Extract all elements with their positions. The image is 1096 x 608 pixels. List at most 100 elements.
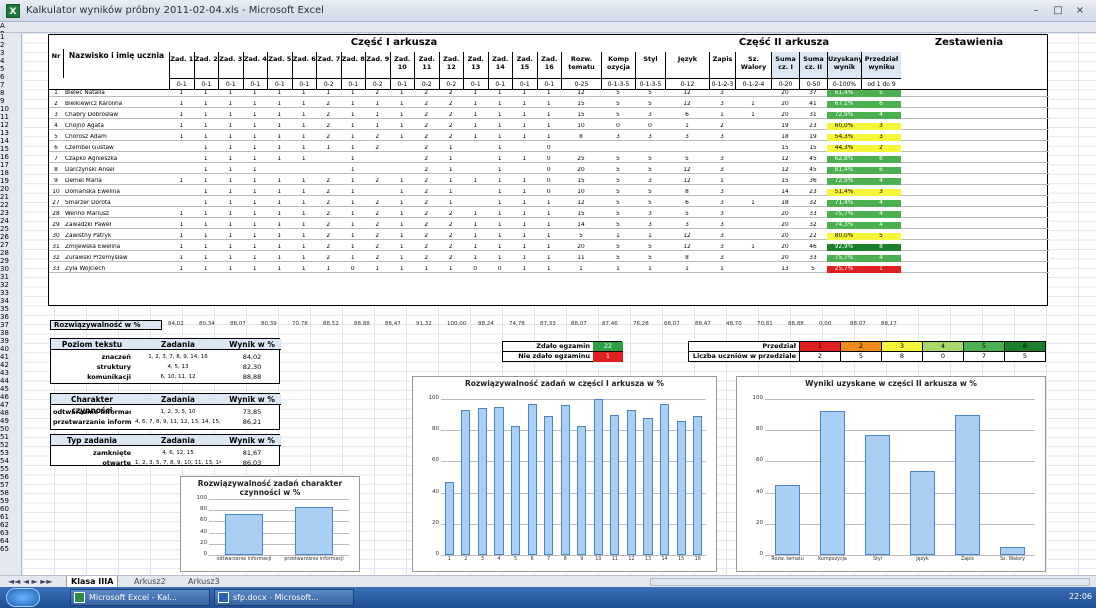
- x-tick-label: 6: [530, 557, 534, 562]
- x-tick-label: odtwarzanie informacji: [216, 557, 272, 562]
- row-header-32[interactable]: 32: [0, 281, 21, 289]
- row-header-43[interactable]: 43: [0, 369, 21, 377]
- y-tick-label: 80: [200, 506, 207, 513]
- row-header-4[interactable]: 4: [0, 57, 21, 65]
- row-header-54[interactable]: 54: [0, 457, 21, 465]
- bar: [527, 403, 537, 555]
- row-header-7[interactable]: 7: [0, 81, 21, 89]
- summary-s1: 18: [781, 134, 789, 140]
- row-header-6[interactable]: 6: [0, 73, 21, 81]
- row-header-14[interactable]: 14: [0, 137, 21, 145]
- row-header-1[interactable]: 1: [0, 33, 21, 41]
- maximize-button[interactable]: □: [1048, 3, 1068, 18]
- row-header-23[interactable]: 23: [0, 209, 21, 217]
- row-header-45[interactable]: 45: [0, 385, 21, 393]
- task-score: [365, 189, 390, 196]
- row-header-53[interactable]: 53: [0, 449, 21, 457]
- task-score: 1: [228, 112, 233, 118]
- column-header-a[interactable]: A: [0, 22, 22, 30]
- row-header-52[interactable]: 52: [0, 441, 21, 449]
- row-header-26[interactable]: 26: [0, 233, 21, 241]
- row-header-8[interactable]: 8: [0, 89, 21, 97]
- minimize-button[interactable]: –: [1026, 3, 1046, 18]
- row-header-49[interactable]: 49: [0, 417, 21, 425]
- row-header-46[interactable]: 46: [0, 393, 21, 401]
- task-header: Zad. 9: [365, 52, 390, 78]
- summary-s1: 20: [781, 211, 789, 217]
- row-header-3[interactable]: 3: [0, 49, 21, 57]
- row-header-47[interactable]: 47: [0, 401, 21, 409]
- row-header-62[interactable]: 62: [0, 521, 21, 529]
- row-header-39[interactable]: 39: [0, 337, 21, 345]
- horizontal-scrollbar[interactable]: [650, 578, 1090, 586]
- row-tasks: 4, 6, 12, 15: [162, 450, 194, 456]
- row-header-42[interactable]: 42: [0, 361, 21, 369]
- row-header-31[interactable]: 31: [0, 273, 21, 281]
- part2-score: 1: [685, 266, 689, 272]
- row-header-16[interactable]: 16: [0, 153, 21, 161]
- taskbar-word[interactable]: sfp.docx - Microsoft...: [214, 589, 354, 606]
- name-header: Nazwisko i imię ucznia: [63, 49, 169, 78]
- row-header-50[interactable]: 50: [0, 425, 21, 433]
- row-header-22[interactable]: 22: [0, 201, 21, 209]
- row-header-19[interactable]: 19: [0, 177, 21, 185]
- row-header-38[interactable]: 38: [0, 329, 21, 337]
- row-header-21[interactable]: 21: [0, 193, 21, 201]
- row-header-63[interactable]: 63: [0, 529, 21, 537]
- row-header-17[interactable]: 17: [0, 161, 21, 169]
- row-header-40[interactable]: 40: [0, 345, 21, 353]
- row-header-57[interactable]: 57: [0, 481, 21, 489]
- task-score: 0: [546, 189, 551, 195]
- row-header-11[interactable]: 11: [0, 113, 21, 121]
- row-header-64[interactable]: 64: [0, 537, 21, 545]
- taskbar-excel[interactable]: Microsoft Excel - Kal...: [70, 589, 210, 606]
- row-header-35[interactable]: 35: [0, 305, 21, 313]
- task-score: 1: [179, 233, 184, 239]
- row-header-48[interactable]: 48: [0, 409, 21, 417]
- row-header-24[interactable]: 24: [0, 217, 21, 225]
- row-header-25[interactable]: 25: [0, 225, 21, 233]
- row-header-12[interactable]: 12: [0, 121, 21, 129]
- task-score: 1: [399, 90, 404, 96]
- row-header-27[interactable]: 27: [0, 241, 21, 249]
- gridline: [765, 523, 1035, 525]
- row-header-2[interactable]: 2: [0, 41, 21, 49]
- row-header-5[interactable]: 5: [0, 65, 21, 73]
- row-header-36[interactable]: 36: [0, 313, 21, 321]
- row-header-65[interactable]: 65: [0, 545, 21, 553]
- row-header-61[interactable]: 61: [0, 513, 21, 521]
- x-tick-label: 16: [694, 557, 701, 562]
- row-header-41[interactable]: 41: [0, 353, 21, 361]
- row-header-29[interactable]: 29: [0, 257, 21, 265]
- task-score: 1: [473, 134, 478, 140]
- row-header-58[interactable]: 58: [0, 489, 21, 497]
- row-header-56[interactable]: 56: [0, 473, 21, 481]
- row-header-33[interactable]: 33: [0, 289, 21, 297]
- row-header-34[interactable]: 34: [0, 297, 21, 305]
- row-header-15[interactable]: 15: [0, 145, 21, 153]
- task-score: 1: [497, 156, 502, 162]
- row-header-44[interactable]: 44: [0, 377, 21, 385]
- row-header-10[interactable]: 10: [0, 105, 21, 113]
- solvability-value: 84,02: [168, 321, 184, 327]
- task-score: 1: [350, 233, 355, 239]
- task-header: Zad. 1: [169, 52, 194, 78]
- tasks-header: Zadania: [133, 394, 223, 405]
- row-header-28[interactable]: 28: [0, 249, 21, 257]
- close-button[interactable]: ×: [1070, 3, 1090, 18]
- row-header-55[interactable]: 55: [0, 465, 21, 473]
- student-nr: 2: [54, 101, 58, 107]
- start-button[interactable]: [6, 588, 40, 607]
- task-score: 1: [375, 112, 380, 118]
- row-header-51[interactable]: 51: [0, 433, 21, 441]
- row-header-13[interactable]: 13: [0, 129, 21, 137]
- task-score: [463, 145, 488, 152]
- solvability-value: 70,78: [292, 321, 308, 327]
- row-header-20[interactable]: 20: [0, 185, 21, 193]
- row-header-18[interactable]: 18: [0, 169, 21, 177]
- row-header-60[interactable]: 60: [0, 505, 21, 513]
- row-header-30[interactable]: 30: [0, 265, 21, 273]
- row-header-37[interactable]: 37: [0, 321, 21, 329]
- row-header-9[interactable]: 9: [0, 97, 21, 105]
- row-header-59[interactable]: 59: [0, 497, 21, 505]
